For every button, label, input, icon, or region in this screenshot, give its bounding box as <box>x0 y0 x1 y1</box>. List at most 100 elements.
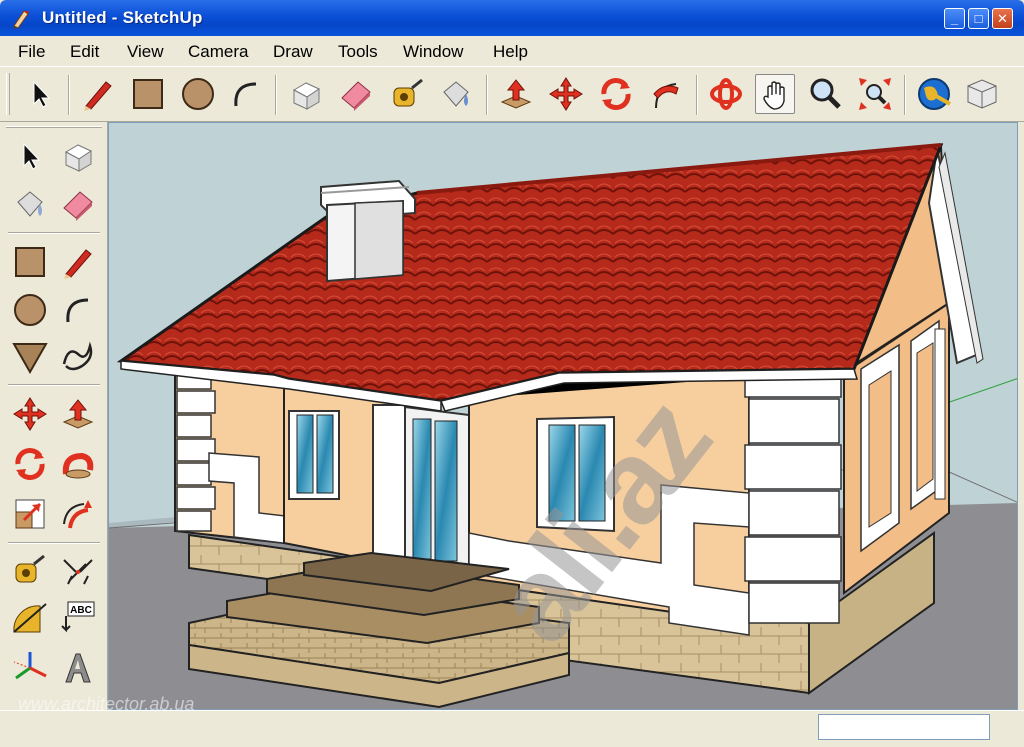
circle-icon <box>14 294 46 326</box>
zoom-extents-button[interactable] <box>855 74 895 114</box>
modeling-viewport[interactable]: ali.az <box>108 122 1018 710</box>
orbit-icon <box>710 78 742 110</box>
select-tool-button[interactable] <box>20 74 60 114</box>
pencil-icon <box>84 81 112 111</box>
toolbar-separator <box>904 75 906 115</box>
measurements-box[interactable] <box>818 714 990 740</box>
move-tool-button[interactable] <box>546 74 586 114</box>
select-tool-button[interactable] <box>10 136 50 176</box>
menu-draw[interactable]: Draw <box>273 42 313 62</box>
title-bar: Untitled - SketchUp _ □ ✕ <box>0 0 1024 36</box>
axes-icon <box>13 652 47 680</box>
push-pull-button[interactable] <box>496 74 536 114</box>
text-label-icon: ABC <box>61 601 95 633</box>
line-tool-button[interactable] <box>78 74 118 114</box>
scale-tool-button[interactable] <box>10 494 50 534</box>
follow-me-icon <box>653 83 679 109</box>
get-models-button[interactable] <box>914 74 954 114</box>
circle-tool-button[interactable] <box>178 74 218 114</box>
scale-icon <box>15 499 45 529</box>
axes-tool-button[interactable] <box>10 648 50 688</box>
toolbar-separator <box>275 75 277 115</box>
hand-icon <box>763 81 785 110</box>
push-pull-button[interactable] <box>58 394 98 434</box>
3d-text-tool-button[interactable] <box>58 648 98 688</box>
rotate-icon <box>601 78 631 110</box>
follow-me-button[interactable] <box>646 74 686 114</box>
arrow-cursor-icon <box>23 142 41 170</box>
pencil-icon <box>64 249 92 279</box>
paint-bucket-button[interactable] <box>436 74 476 114</box>
menu-tools[interactable]: Tools <box>338 42 378 62</box>
toolbar-separator <box>8 232 100 234</box>
component-box-icon <box>64 144 93 172</box>
freehand-icon <box>62 341 93 371</box>
freehand-tool-button[interactable] <box>58 336 98 376</box>
toolbar-separator <box>486 75 488 115</box>
tape-measure-button[interactable] <box>10 550 50 590</box>
line-tool-button[interactable] <box>58 242 98 282</box>
orbit-tool-button[interactable] <box>706 74 746 114</box>
arc-icon <box>66 298 89 323</box>
menu-edit[interactable]: Edit <box>70 42 99 62</box>
menu-bar: File Edit View Camera Draw Tools Window … <box>0 36 1024 66</box>
component-box-icon <box>292 82 321 110</box>
arc-tool-button[interactable] <box>226 74 266 114</box>
rectangle-tool-button[interactable] <box>128 74 168 114</box>
arc-icon <box>234 82 257 107</box>
zoom-tool-button[interactable] <box>805 74 845 114</box>
share-model-icon <box>967 79 997 109</box>
sketchup-app-icon <box>10 8 32 30</box>
pan-tool-button[interactable] <box>755 74 795 114</box>
paint-bucket-icon <box>17 191 43 217</box>
dimension-icon <box>63 559 93 585</box>
paint-bucket-button[interactable] <box>10 184 50 224</box>
move-tool-button[interactable] <box>10 394 50 434</box>
circle-tool-button[interactable] <box>10 290 50 330</box>
make-component-button[interactable] <box>58 136 98 176</box>
menu-file[interactable]: File <box>18 42 45 62</box>
left-toolbar: ABC <box>0 122 108 710</box>
dimension-tool-button[interactable] <box>58 550 98 590</box>
tape-measure-icon <box>15 554 45 583</box>
maximize-button[interactable]: □ <box>968 8 989 29</box>
eraser-icon <box>341 81 371 111</box>
protractor-icon <box>13 603 47 633</box>
protractor-tool-button[interactable] <box>10 598 50 638</box>
rotate-tool-button[interactable] <box>596 74 636 114</box>
menu-window[interactable]: Window <box>403 42 463 62</box>
menu-view[interactable]: View <box>127 42 164 62</box>
paint-bucket-icon <box>443 81 469 107</box>
eraser-icon <box>63 191 93 221</box>
tape-measure-button[interactable] <box>386 74 426 114</box>
follow-me-button[interactable] <box>58 444 98 484</box>
rectangle-tool-button[interactable] <box>10 242 50 282</box>
toolbar-grip[interactable] <box>6 126 102 128</box>
toolbar-separator <box>8 384 100 386</box>
toolbar-separator <box>696 75 698 115</box>
menu-camera[interactable]: Camera <box>188 42 248 62</box>
close-button[interactable]: ✕ <box>992 8 1013 29</box>
eraser-tool-button[interactable] <box>336 74 376 114</box>
globe-icon <box>918 78 951 110</box>
rotate-tool-button[interactable] <box>10 444 50 484</box>
magnifier-icon <box>810 78 841 109</box>
toolbar-grip[interactable] <box>6 73 10 115</box>
minimize-button[interactable]: _ <box>944 8 965 29</box>
arc-tool-button[interactable] <box>58 290 98 330</box>
make-component-button[interactable] <box>286 74 326 114</box>
share-model-button[interactable] <box>962 74 1002 114</box>
move-arrows-icon <box>13 397 47 431</box>
status-bar <box>0 710 1024 747</box>
offset-icon <box>63 500 92 529</box>
toolbar-separator <box>8 542 100 544</box>
move-arrows-icon <box>549 77 583 111</box>
menu-help[interactable]: Help <box>493 42 528 62</box>
eraser-tool-button[interactable] <box>58 184 98 224</box>
tape-measure-icon <box>393 78 423 107</box>
zoom-extents-icon <box>859 78 891 110</box>
offset-tool-button[interactable] <box>58 494 98 534</box>
top-toolbar <box>0 66 1024 122</box>
text-tool-button[interactable]: ABC <box>58 598 98 638</box>
polygon-tool-button[interactable] <box>10 336 50 376</box>
